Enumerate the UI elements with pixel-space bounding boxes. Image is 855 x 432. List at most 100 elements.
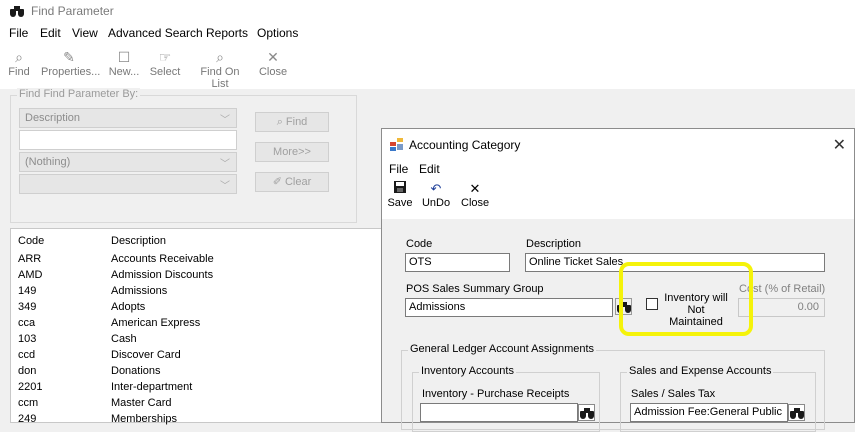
table-row[interactable]: don Donations <box>11 364 381 380</box>
sales-expense-accounts-group: Sales and Expense Accounts <box>620 365 816 432</box>
inventory-purchase-receipts-input[interactable] <box>420 403 578 422</box>
inventory-purchase-lookup-button[interactable] <box>578 404 595 421</box>
more-button[interactable]: More>> <box>255 142 329 162</box>
sales-tax-lookup-button[interactable] <box>788 404 805 421</box>
sales-tax-label: Sales / Sales Tax <box>631 388 716 400</box>
row-description: Accounts Receivable <box>111 253 214 265</box>
pos-summary-group-input[interactable]: Admissions <box>405 298 613 317</box>
gl-assignments-legend: General Ledger Account Assignments <box>408 343 597 355</box>
description-input[interactable]: Online Ticket Sales <box>525 253 825 272</box>
dialog-title: Accounting Category <box>409 138 521 152</box>
table-row[interactable]: AMD Admission Discounts <box>11 268 381 284</box>
table-row[interactable]: ccd Discover Card <box>11 348 381 364</box>
dialog-close-button-label: Close <box>461 197 490 209</box>
pos-group-lookup-button[interactable] <box>615 298 632 315</box>
accounting-category-dialog: Accounting Category ✕ File Edit Save ↶ U… <box>381 128 855 432</box>
table-row[interactable]: 249 Memberships <box>11 412 381 428</box>
find-button[interactable]: ⌕ Find <box>255 112 329 132</box>
dialog-menu-file[interactable]: File <box>389 162 408 176</box>
find-field-1-value: Description <box>25 112 81 124</box>
pos-summary-group-label: POS Sales Summary Group <box>406 283 544 295</box>
table-row[interactable]: 2201 Inter-department <box>11 380 381 396</box>
close-icon: ✕ <box>267 49 279 65</box>
find-button-label: Find <box>285 116 308 128</box>
table-row[interactable]: 149 Admissions <box>11 284 381 300</box>
row-description: Donations <box>111 365 161 377</box>
binoculars-icon <box>617 301 631 313</box>
row-code: don <box>18 365 37 377</box>
new-toolbar-button[interactable]: ☐ New... <box>107 48 141 78</box>
table-row[interactable]: 349 Adopts <box>11 300 381 316</box>
column-header-description[interactable]: Description <box>111 235 166 247</box>
close-toolbar-label: Close <box>258 66 288 78</box>
properties-toolbar-button[interactable]: ✎ Properties... <box>41 48 101 78</box>
inventory-purchase-receipts-label: Inventory - Purchase Receipts <box>422 388 570 400</box>
binoculars-icon: ⌕ <box>276 116 286 128</box>
find-field-3-select[interactable]: (Nothing) ﹀ <box>19 152 237 172</box>
clear-button[interactable]: ✐ Clear <box>255 172 329 192</box>
binoculars-icon: ⌕ <box>15 49 23 65</box>
find-on-list-toolbar-button[interactable]: ⌕ Find On List <box>191 48 249 90</box>
find-field-1-select[interactable]: Description ﹀ <box>19 108 237 128</box>
dialog-menu-edit[interactable]: Edit <box>419 162 440 176</box>
row-description: Adopts <box>111 301 146 313</box>
chevron-down-icon: ﹀ <box>220 115 230 126</box>
table-row[interactable]: ARR Accounts Receivable <box>11 252 381 268</box>
table-row[interactable]: cca American Express <box>11 316 381 332</box>
main-title-bar: Find Parameter <box>0 0 855 22</box>
row-description: Admissions <box>111 285 168 297</box>
properties-toolbar-label: Properties... <box>41 66 101 78</box>
code-input[interactable]: OTS <box>405 253 510 272</box>
menu-reports[interactable]: Reports <box>206 26 248 40</box>
table-row[interactable]: ccm Master Card <box>11 396 381 412</box>
cost-percent-input[interactable]: 0.00 <box>738 298 825 317</box>
row-code: 149 <box>18 285 37 297</box>
binoculars-icon <box>580 407 594 419</box>
save-button[interactable]: Save <box>387 181 413 209</box>
menu-edit[interactable]: Edit <box>40 26 61 40</box>
binoculars-app-icon <box>10 5 24 17</box>
sales-tax-input[interactable]: Admission Fee:General Public <box>630 403 788 422</box>
chevron-down-icon: ﹀ <box>220 159 230 170</box>
find-by-group-legend: Find Find Parameter By: <box>17 88 141 100</box>
main-toolbar: ⌕ Find ✎ Properties... ☐ New... ☞ Select… <box>0 44 855 90</box>
row-code: cca <box>18 317 36 329</box>
column-header-code[interactable]: Code <box>18 235 44 247</box>
row-description: Master Card <box>111 397 172 409</box>
row-code: ARR <box>18 253 42 265</box>
accounting-category-app-icon <box>390 138 404 151</box>
save-button-label: Save <box>387 197 413 209</box>
dialog-close-icon[interactable]: ✕ <box>833 135 846 155</box>
inventory-not-maintained-checkbox[interactable] <box>646 298 658 310</box>
row-description: American Express <box>111 317 201 329</box>
table-row[interactable]: 103 Cash <box>11 332 381 348</box>
results-list[interactable]: Code Description ARR Accounts Receivable … <box>10 228 385 425</box>
dialog-menubar: File Edit <box>382 161 854 179</box>
menu-view[interactable]: View <box>72 26 98 40</box>
dialog-close-button[interactable]: ✕ Close <box>461 181 489 209</box>
main-window-title: Find Parameter <box>31 4 114 18</box>
binoculars-icon <box>790 407 804 419</box>
clear-button-label: Clear <box>284 176 312 188</box>
row-code: AMD <box>18 269 43 281</box>
find-field-2-input[interactable] <box>19 130 237 150</box>
close-toolbar-button[interactable]: ✕ Close <box>258 48 288 78</box>
inventory-label-line1: Inventory will <box>664 292 728 304</box>
menu-options[interactable]: Options <box>257 26 298 40</box>
inventory-accounts-legend: Inventory Accounts <box>419 365 516 377</box>
row-code: 249 <box>18 413 37 425</box>
dialog-toolbar: Save ↶ UnDo ✕ Close <box>382 179 854 219</box>
find-toolbar-button[interactable]: ⌕ Find <box>8 48 30 78</box>
binoculars-list-icon: ⌕ <box>216 49 224 65</box>
undo-button[interactable]: ↶ UnDo <box>421 181 451 209</box>
properties-icon: ✎ <box>63 49 75 65</box>
select-toolbar-button[interactable]: ☞ Select <box>148 48 182 78</box>
find-by-group: Find Find Parameter By: Description ﹀ (N… <box>10 88 357 223</box>
find-field-4-select[interactable]: ﹀ <box>19 174 237 194</box>
inventory-not-maintained-label: Inventory will Not Maintained <box>660 292 732 328</box>
menu-file[interactable]: File <box>9 26 28 40</box>
eraser-icon: ✐ <box>272 176 285 188</box>
menu-advanced-search[interactable]: Advanced Search <box>108 26 203 40</box>
main-menubar: File Edit View Advanced Search Reports O… <box>0 22 855 44</box>
code-label: Code <box>406 238 433 250</box>
